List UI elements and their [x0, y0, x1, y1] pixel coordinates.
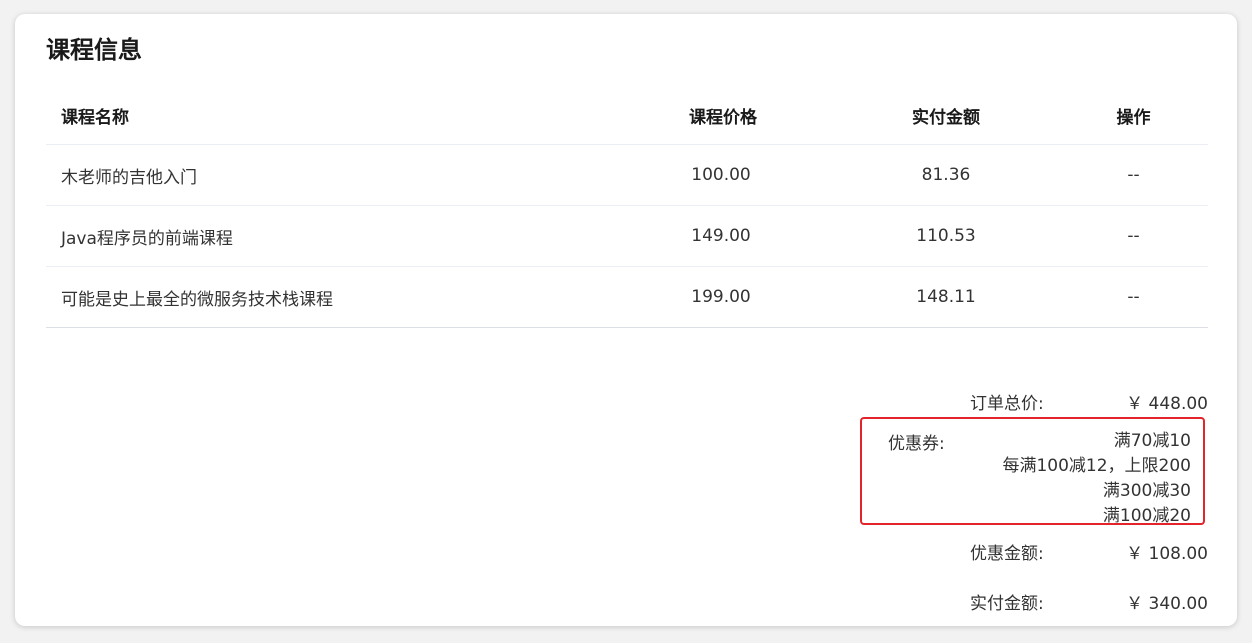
header-paid-amount: 实付金额 — [912, 107, 980, 128]
course-price-cell: 199.00 — [691, 287, 751, 307]
coupon-list: 满70减10 每满100减12，上限200 满300减30 满100减20 — [1002, 429, 1191, 529]
coupon-item: 满70减10 — [1113, 431, 1191, 451]
course-price-cell: 100.00 — [691, 165, 751, 185]
operation-cell: -- — [1127, 287, 1140, 307]
paid-amount-cell: 148.11 — [916, 287, 976, 307]
table-header-row: 课程名称 课程价格 实付金额 操作 — [46, 86, 1208, 145]
header-operation: 操作 — [1116, 107, 1151, 128]
card-title: 课程信息 — [46, 36, 142, 64]
paid-amount-value: ￥ 340.00 — [1126, 594, 1208, 614]
operation-cell: -- — [1127, 226, 1140, 246]
course-name-cell: 木老师的吉他入门 — [61, 167, 197, 188]
course-info-card: 课程信息 课程名称 课程价格 实付金额 操作 木老师的吉他入门 100.00 8… — [15, 14, 1237, 626]
operation-cell: -- — [1127, 165, 1140, 185]
coupon-item: 每满100减12，上限200 — [1002, 456, 1191, 476]
header-course-name: 课程名称 — [61, 107, 129, 128]
course-name-cell: Java程序员的前端课程 — [61, 228, 233, 249]
coupon-label: 优惠券: — [888, 434, 945, 454]
paid-amount-cell: 110.53 — [916, 226, 976, 246]
course-table: 课程名称 课程价格 实付金额 操作 木老师的吉他入门 100.00 81.36 … — [46, 86, 1208, 328]
table-row: 可能是史上最全的微服务技术栈课程 199.00 148.11 -- — [46, 267, 1208, 328]
course-name-cell: 可能是史上最全的微服务技术栈课程 — [61, 289, 333, 310]
coupon-item: 满100减20 — [1102, 506, 1191, 526]
discount-value: ￥ 108.00 — [1126, 544, 1208, 564]
coupon-item: 满300减30 — [1102, 481, 1191, 501]
table-row: Java程序员的前端课程 149.00 110.53 -- — [46, 206, 1208, 267]
header-course-price: 课程价格 — [689, 107, 757, 128]
order-total-value: ￥ 448.00 — [1126, 394, 1208, 414]
paid-amount-cell: 81.36 — [921, 165, 971, 185]
table-row: 木老师的吉他入门 100.00 81.36 -- — [46, 145, 1208, 206]
course-price-cell: 149.00 — [691, 226, 751, 246]
coupon-box: 优惠券: 满70减10 每满100减12，上限200 满300减30 满100减… — [860, 417, 1205, 526]
